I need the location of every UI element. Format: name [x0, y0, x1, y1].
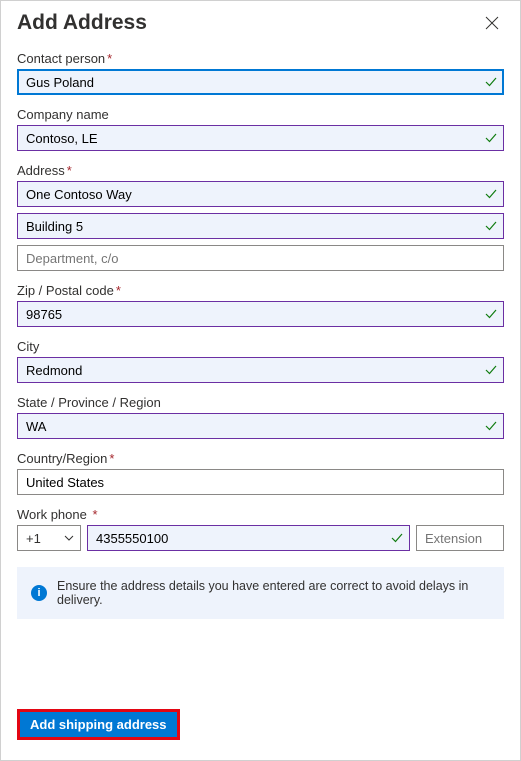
field-state: State / Province / Region	[17, 395, 504, 439]
label-phone: Work phone *	[17, 507, 504, 522]
required-mark: *	[67, 163, 72, 178]
required-mark: *	[89, 507, 98, 522]
chevron-down-icon	[64, 533, 74, 543]
required-mark: *	[116, 283, 121, 298]
form-body: Contact person* Company name Address*	[1, 41, 520, 697]
info-callout: i Ensure the address details you have en…	[17, 567, 504, 619]
label-state: State / Province / Region	[17, 395, 504, 410]
close-button[interactable]	[478, 9, 506, 37]
required-mark: *	[107, 51, 112, 66]
field-zip: Zip / Postal code*	[17, 283, 504, 327]
field-country: Country/Region*	[17, 451, 504, 495]
zip-input[interactable]	[17, 301, 504, 327]
extension-input[interactable]	[416, 525, 504, 551]
field-contact: Contact person*	[17, 51, 504, 95]
add-shipping-address-button[interactable]: Add shipping address	[17, 709, 180, 740]
add-address-panel: Add Address Contact person* Company name…	[0, 0, 521, 761]
label-company: Company name	[17, 107, 504, 122]
panel-header: Add Address	[1, 1, 520, 41]
company-input[interactable]	[17, 125, 504, 151]
panel-footer: Add shipping address	[1, 697, 520, 760]
phone-cc-select[interactable]: +1	[17, 525, 81, 551]
field-address: Address*	[17, 163, 504, 271]
info-text: Ensure the address details you have ente…	[57, 579, 490, 607]
label-country: Country/Region*	[17, 451, 504, 466]
label-contact: Contact person*	[17, 51, 504, 66]
label-city: City	[17, 339, 504, 354]
address3-input[interactable]	[17, 245, 504, 271]
address1-input[interactable]	[17, 181, 504, 207]
phone-cc-value: +1	[26, 531, 41, 546]
contact-input[interactable]	[17, 69, 504, 95]
label-zip: Zip / Postal code*	[17, 283, 504, 298]
city-input[interactable]	[17, 357, 504, 383]
field-city: City	[17, 339, 504, 383]
phone-input[interactable]	[87, 525, 410, 551]
country-input[interactable]	[17, 469, 504, 495]
field-phone: Work phone * +1	[17, 507, 504, 551]
required-mark: *	[109, 451, 114, 466]
info-icon: i	[31, 585, 47, 601]
panel-title: Add Address	[17, 11, 147, 35]
close-icon	[485, 16, 499, 30]
state-input[interactable]	[17, 413, 504, 439]
field-company: Company name	[17, 107, 504, 151]
address2-input[interactable]	[17, 213, 504, 239]
label-address: Address*	[17, 163, 504, 178]
